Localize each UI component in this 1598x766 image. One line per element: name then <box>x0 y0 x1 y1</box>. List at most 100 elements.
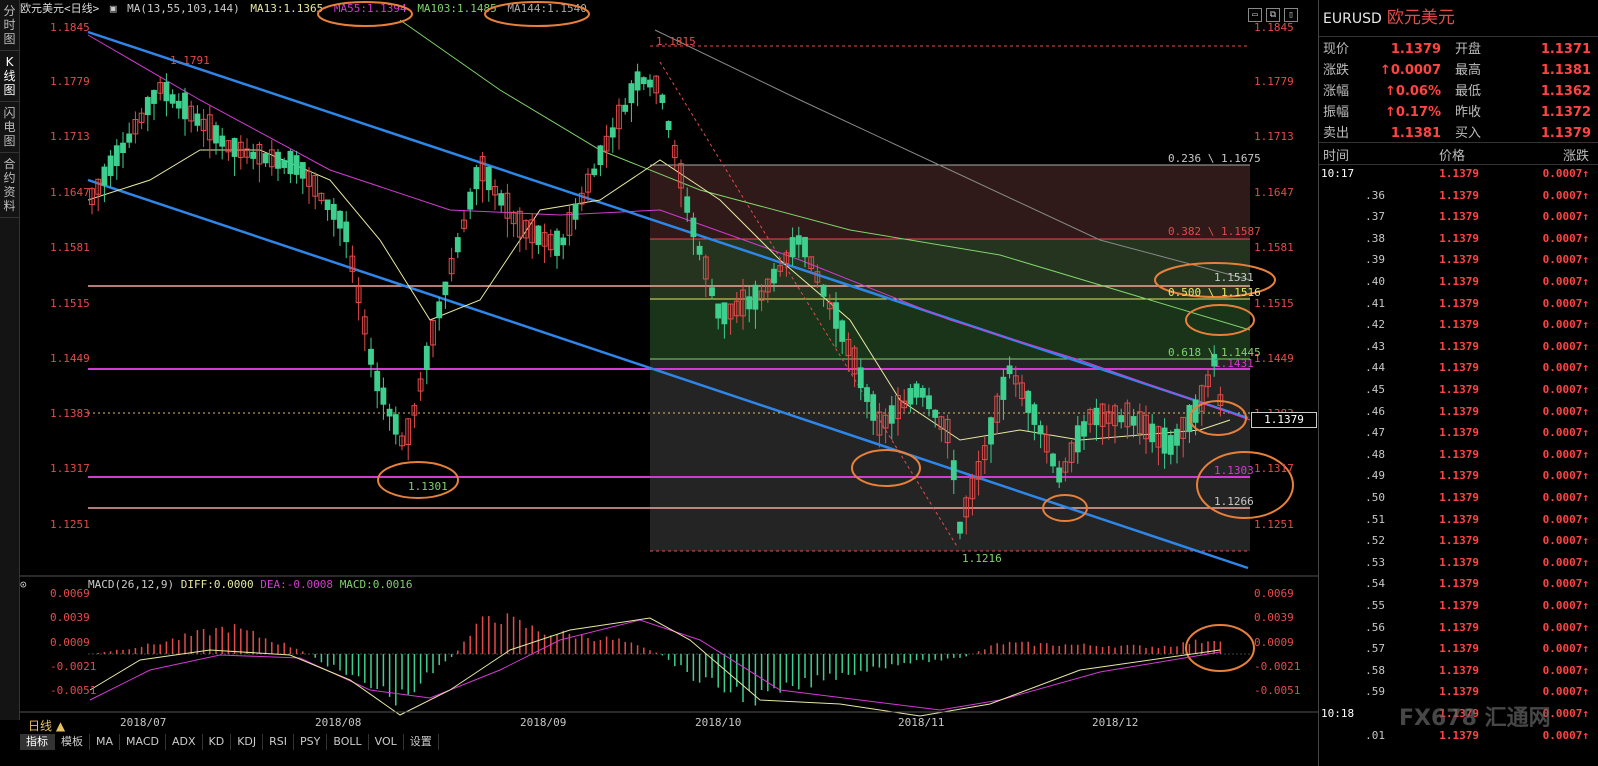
candle-body <box>182 92 188 120</box>
label-fib-382: 0.382 \ 1.1587 <box>1168 225 1261 238</box>
quote-value: ↑0.17% <box>1385 105 1441 120</box>
tick-change: 0.0007↑ <box>1542 534 1589 548</box>
tick-price: 1.1379 <box>1439 642 1479 656</box>
candle-body <box>498 193 505 206</box>
candle-body <box>1118 415 1125 423</box>
tick-change: 0.0007↑ <box>1542 599 1589 612</box>
candle-body <box>771 268 777 284</box>
tick-price: 1.1379 <box>1439 210 1479 224</box>
tick-time: .51 <box>1365 512 1385 526</box>
tick-price: 1.1379 <box>1439 275 1479 288</box>
tick-price: 1.1379 <box>1439 318 1479 332</box>
candle-body <box>1130 416 1137 426</box>
candle-body <box>622 104 629 112</box>
candle-body <box>386 408 393 417</box>
macd-tick-left: 0.0009 <box>50 636 90 649</box>
indicator-tab[interactable]: 设置 <box>404 734 439 750</box>
candle-body <box>926 395 932 410</box>
tick-row: .49 1.1379 0.0007↑ <box>1319 465 1598 487</box>
candle-body <box>715 303 722 319</box>
candle-body <box>597 145 604 166</box>
label-high-1791: 1.1791 <box>170 54 210 67</box>
tick-price: 1.1379 <box>1439 512 1479 526</box>
candle-body <box>287 150 294 175</box>
candle-body <box>721 302 728 325</box>
indicator-tab[interactable]: MACD <box>120 734 166 750</box>
tick-time: .49 <box>1365 469 1385 483</box>
quote-value: ↑0.06% <box>1385 84 1441 99</box>
label-level-1303: 1.1303 <box>1214 464 1254 477</box>
indicator-tab[interactable]: 模板 <box>55 734 90 750</box>
indicator-tab[interactable]: BOLL <box>327 734 369 750</box>
tick-row: .36 1.1379 0.0007↑ <box>1319 185 1598 207</box>
candle-body <box>1167 435 1174 455</box>
tick-time: .43 <box>1365 339 1385 353</box>
tick-change: 0.0007↑ <box>1542 167 1589 180</box>
candle-body <box>337 210 343 229</box>
candle-body <box>262 153 269 164</box>
quote-label: 振幅 <box>1323 105 1350 120</box>
tick-time: .46 <box>1365 404 1385 418</box>
quote-header: EURUSD 欧元美元 <box>1319 0 1598 37</box>
tick-row: .37 1.1379 0.0007↑ <box>1319 206 1598 228</box>
macd-tick-right: 0.0039 <box>1254 611 1294 624</box>
candle-body <box>802 236 808 258</box>
candle-body <box>380 387 387 405</box>
tick-price: 1.1379 <box>1439 534 1479 548</box>
macd-params: MACD(26,12,9) <box>88 578 175 591</box>
indicator-tab[interactable]: MA <box>90 734 121 750</box>
macd-dea-line <box>89 619 1221 711</box>
candle-body <box>1161 427 1168 454</box>
candle-body <box>1174 428 1180 446</box>
tick-change: 0.0007↑ <box>1542 296 1589 310</box>
indicator-tabs: 指标 模板 MA MACD ADX KD KDJ RSI PSY BOLL VOL 设置 <box>20 734 439 750</box>
quote-label: 买入 <box>1455 126 1482 141</box>
macd-dea: DEA:-0.0008 <box>260 578 334 591</box>
candle-body <box>628 83 635 104</box>
indicator-tab[interactable]: RSI <box>263 734 295 750</box>
tick-change: 0.0007↑ <box>1542 339 1589 353</box>
indicator-tab[interactable]: KDJ <box>231 734 264 750</box>
tick-price: 1.1379 <box>1439 383 1479 396</box>
candle-body <box>1037 425 1044 435</box>
candle-body <box>1031 404 1038 425</box>
kline-chart[interactable] <box>0 0 1318 766</box>
indicator-tab[interactable]: VOL <box>369 734 404 750</box>
candle-body <box>1050 453 1056 467</box>
quote-stats: 现价 1.1379 开盘 1.1371 涨跌 ↑0.0007 最高 1.1381 涨幅 ↑0.06… <box>1319 37 1598 144</box>
tick-row: .48 1.1379 0.0007↑ <box>1319 444 1598 466</box>
tick-price: 1.1379 <box>1439 361 1479 375</box>
tick-change: 0.0007↑ <box>1542 642 1589 656</box>
tick-row: .57 1.1379 0.0007↑ <box>1319 638 1598 660</box>
macd-settings-icon[interactable]: ⊙ <box>20 578 27 591</box>
indicator-tab[interactable]: PSY <box>294 734 328 750</box>
candle-body <box>659 94 666 103</box>
tick-change: 0.0007↑ <box>1542 577 1589 591</box>
macd-tick-right: -0.0051 <box>1254 684 1301 697</box>
candle-body <box>535 225 542 245</box>
candle-body <box>1074 425 1081 453</box>
quote-label: 开盘 <box>1455 42 1482 57</box>
tick-change: 0.0007↑ <box>1542 231 1589 245</box>
candle-body <box>368 348 374 365</box>
candle-body <box>101 166 108 186</box>
indicator-tab[interactable]: ADX <box>166 734 203 750</box>
indicator-tab[interactable]: KD <box>203 734 232 750</box>
time-axis-label: 2018/11 <box>898 716 945 729</box>
tick-price: 1.1379 <box>1439 296 1479 310</box>
candle-body <box>591 168 598 176</box>
tick-row: .44 1.1379 0.0007↑ <box>1319 357 1598 379</box>
candle-body <box>1149 423 1156 443</box>
price-tick-right: 1.1647 <box>1254 186 1294 199</box>
period-selector[interactable]: 日线 ▲ <box>28 717 65 734</box>
ma-highlight-1 <box>317 1 413 27</box>
candle-body <box>219 135 226 147</box>
quote-row: 涨幅 ↑0.06% 最低 1.1362 <box>1319 81 1598 102</box>
candle-body <box>442 281 449 296</box>
candle-body <box>374 370 381 392</box>
indicator-tab[interactable]: 指标 <box>20 734 55 750</box>
price-tick-left: 1.1317 <box>50 462 90 475</box>
candle-body <box>572 203 579 220</box>
macd-histogram <box>91 613 1222 706</box>
tick-list[interactable]: 10:17 1.1379 0.0007↑ .36 1.1379 0.0007↑ .37 1.1… <box>1319 163 1598 766</box>
